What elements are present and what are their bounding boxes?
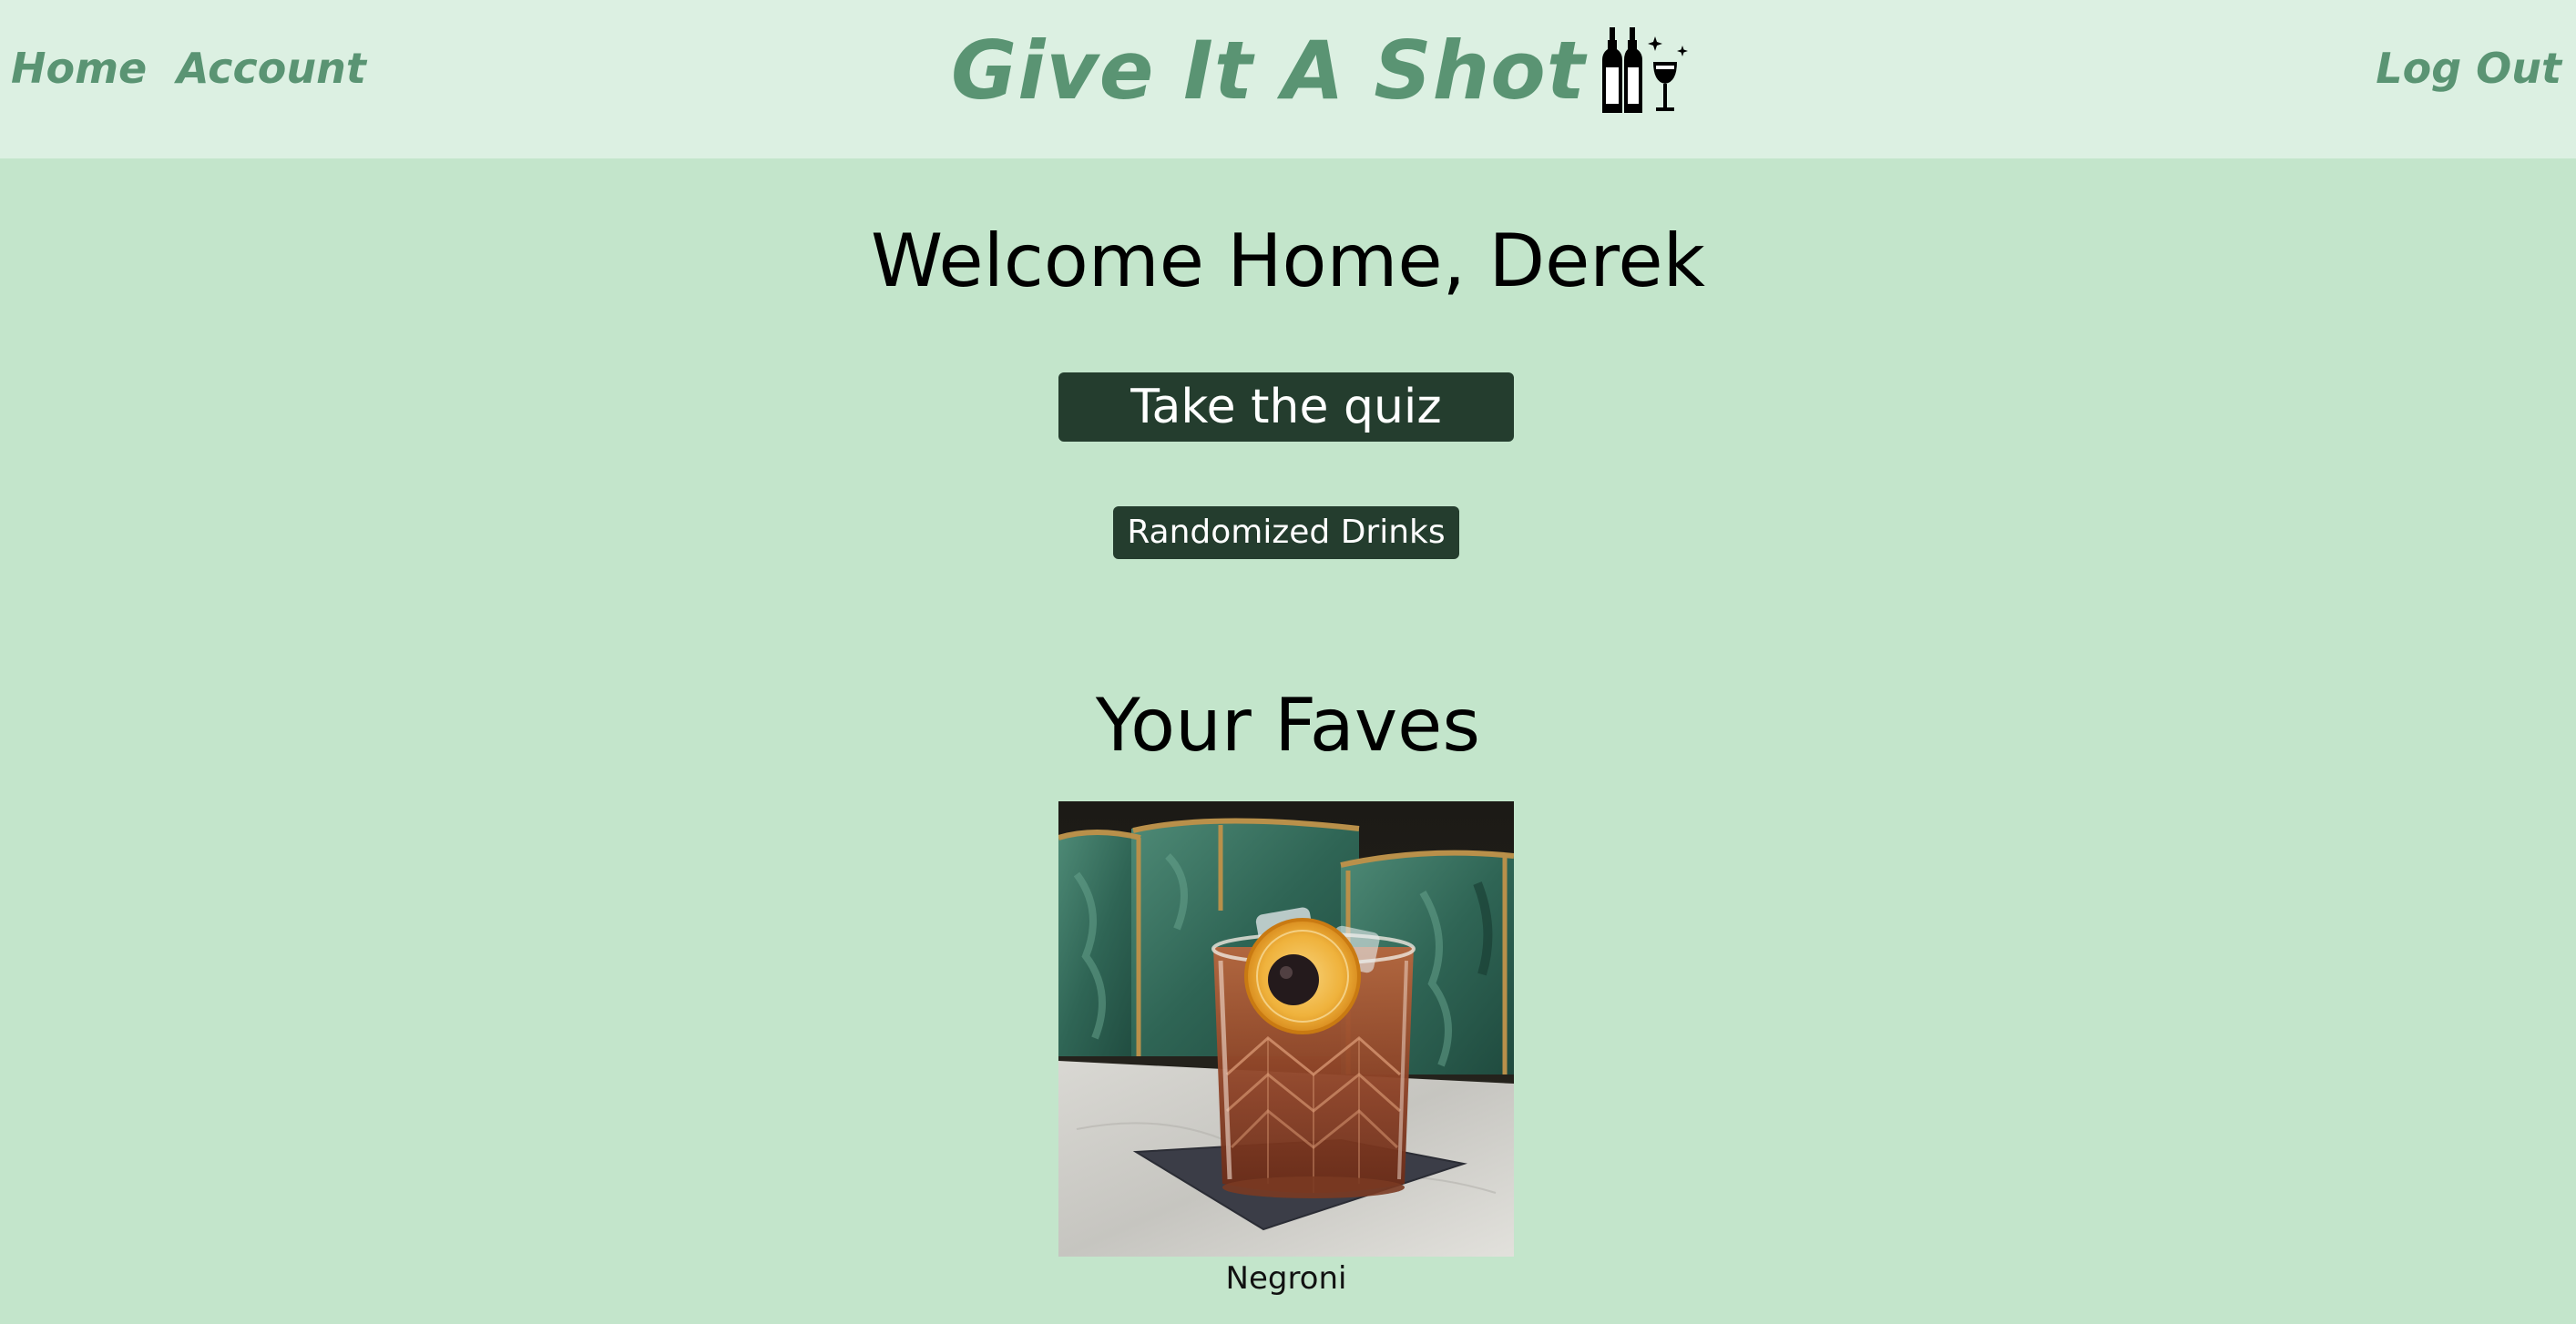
site-title: Give It A Shot xyxy=(951,24,1586,117)
nav-logout-link[interactable]: Log Out xyxy=(2376,35,2561,102)
welcome-heading: Welcome Home, Derek xyxy=(871,219,1705,303)
take-quiz-button[interactable]: Take the quiz xyxy=(1058,372,1514,442)
fave-name: Negroni xyxy=(1225,1260,1347,1297)
bottles-and-wine-glass-icon xyxy=(1601,27,1688,113)
nav-account-link[interactable]: Account xyxy=(177,35,366,102)
negroni-cocktail-photo[interactable] xyxy=(1058,801,1514,1257)
brand: Give It A Shot xyxy=(951,16,1690,126)
navbar: Home Account Give It A Shot Log Out xyxy=(0,0,2576,158)
fave-card[interactable]: Negroni xyxy=(1058,801,1514,1299)
randomized-drinks-button[interactable]: Randomized Drinks xyxy=(1113,506,1459,559)
faves-heading: Your Faves xyxy=(1095,683,1481,768)
nav-home-link[interactable]: Home xyxy=(11,35,147,102)
